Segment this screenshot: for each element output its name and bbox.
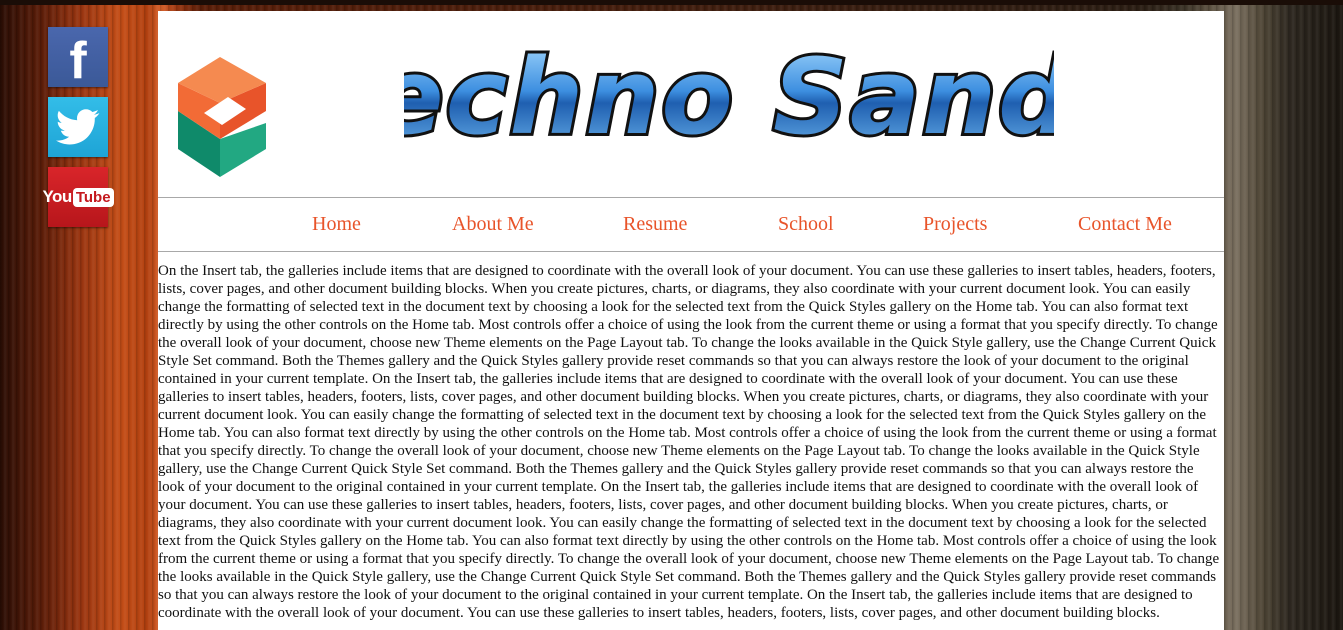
youtube-logo-you: You (42, 187, 72, 206)
youtube-logo-tube: Tube (72, 187, 114, 207)
social-links: f You Tube (42, 27, 114, 237)
facebook-icon: f (69, 32, 87, 90)
page-container: Techno Sandy Home About Me Resume School… (158, 11, 1224, 630)
site-title-text: Techno Sandy (404, 36, 1054, 158)
site-logo-icon[interactable] (170, 53, 274, 181)
site-title-wordmark: Techno Sandy (404, 33, 1054, 161)
youtube-icon: You Tube (42, 187, 114, 207)
nav-contact-me-link[interactable]: Contact Me (1078, 213, 1172, 236)
twitter-bird-icon (56, 109, 100, 145)
nav-resume-link[interactable]: Resume (623, 213, 687, 236)
youtube-button[interactable]: You Tube (42, 167, 114, 227)
facebook-button[interactable]: f (48, 27, 108, 90)
main-content-text: On the Insert tab, the galleries include… (158, 263, 1220, 621)
nav-about-me-link[interactable]: About Me (452, 213, 534, 236)
twitter-button[interactable] (48, 97, 108, 157)
site-header: Techno Sandy (158, 11, 1224, 198)
top-edge (0, 0, 1343, 5)
nav-school-link[interactable]: School (778, 213, 834, 236)
main-nav: Home About Me Resume School Projects Con… (158, 198, 1224, 252)
nav-home-link[interactable]: Home (312, 213, 361, 236)
nav-projects-link[interactable]: Projects (923, 213, 987, 236)
